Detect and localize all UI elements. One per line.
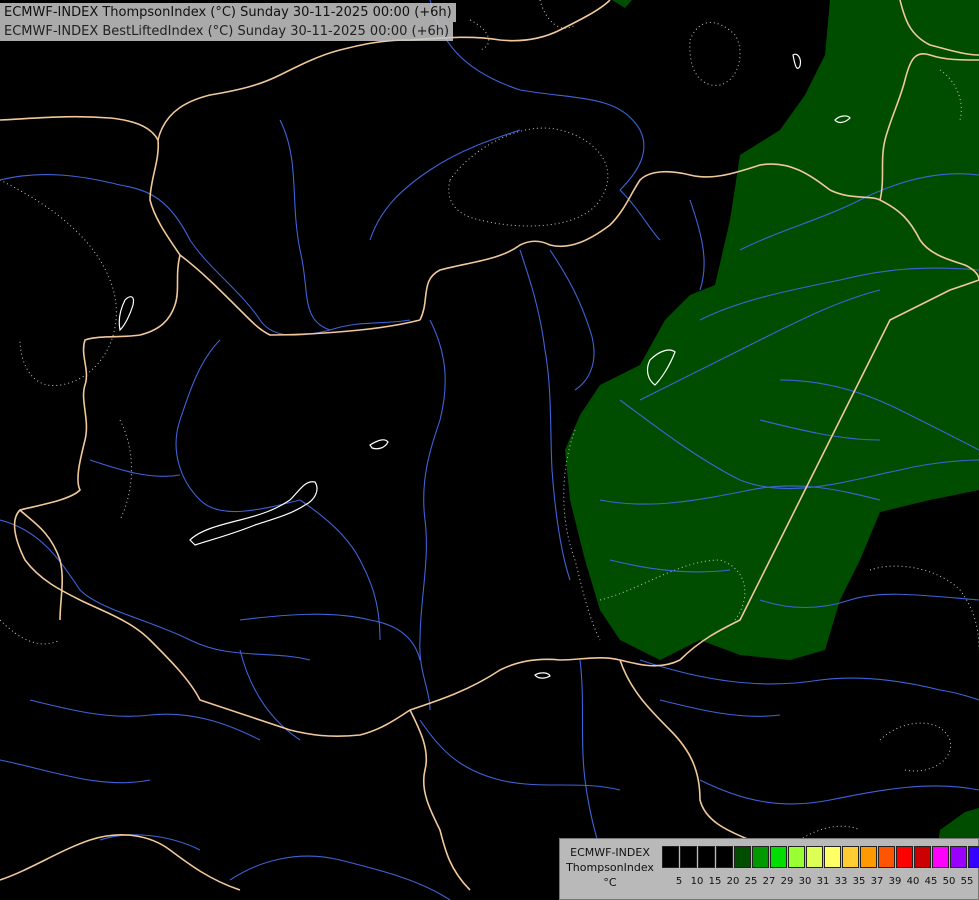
legend-level-label: 45 bbox=[924, 876, 938, 887]
legend-level-label: 15 bbox=[708, 876, 722, 887]
legend-level-label: 40 bbox=[906, 876, 920, 887]
weather-map bbox=[0, 0, 979, 900]
legend-level-labels: 51015202527293031333537394045505560 bbox=[670, 876, 979, 890]
legend-swatch bbox=[788, 846, 805, 868]
legend-swatch bbox=[698, 846, 715, 868]
legend-level-label: 55 bbox=[960, 876, 974, 887]
legend-level-label: 29 bbox=[780, 876, 794, 887]
legend-parameter: ThompsonIndex bbox=[566, 861, 654, 874]
legend-level-label: 35 bbox=[852, 876, 866, 887]
legend-swatch bbox=[860, 846, 877, 868]
legend-swatches bbox=[662, 846, 979, 868]
legend-swatch bbox=[950, 846, 967, 868]
legend-model: ECMWF-INDEX bbox=[570, 846, 650, 859]
legend-level-label: 25 bbox=[744, 876, 758, 887]
legend-level-label: 31 bbox=[816, 876, 830, 887]
legend-swatch bbox=[662, 846, 679, 868]
legend-level-label: 37 bbox=[870, 876, 884, 887]
legend-swatch bbox=[752, 846, 769, 868]
legend-swatch bbox=[770, 846, 787, 868]
legend-swatch bbox=[716, 846, 733, 868]
legend-swatch bbox=[824, 846, 841, 868]
legend-swatch bbox=[896, 846, 913, 868]
legend-level-label: 27 bbox=[762, 876, 776, 887]
legend-level-label: 5 bbox=[675, 876, 683, 887]
legend-level-label: 50 bbox=[942, 876, 956, 887]
legend-swatch bbox=[968, 846, 979, 868]
legend-swatch bbox=[914, 846, 931, 868]
legend-swatch bbox=[932, 846, 949, 868]
legend-swatch bbox=[734, 846, 751, 868]
legend-swatch bbox=[680, 846, 697, 868]
legend-swatch bbox=[806, 846, 823, 868]
map-title-best-lifted-index: ECMWF-INDEX BestLiftedIndex (°C) Sunday … bbox=[0, 22, 454, 41]
legend-caption: ECMWF-INDEX ThompsonIndex °C bbox=[560, 845, 660, 890]
legend-swatch bbox=[842, 846, 859, 868]
legend-level-label: 20 bbox=[726, 876, 740, 887]
legend-level-label: 30 bbox=[798, 876, 812, 887]
legend-level-label: 10 bbox=[690, 876, 704, 887]
legend-level-label: 39 bbox=[888, 876, 902, 887]
map-title-thompson-index: ECMWF-INDEX ThompsonIndex (°C) Sunday 30… bbox=[0, 3, 456, 22]
legend-level-label: 33 bbox=[834, 876, 848, 887]
color-legend: ECMWF-INDEX ThompsonIndex °C 5 10 15 20 25 27… bbox=[559, 838, 979, 900]
legend-unit: °C bbox=[603, 876, 617, 889]
legend-swatch bbox=[878, 846, 895, 868]
